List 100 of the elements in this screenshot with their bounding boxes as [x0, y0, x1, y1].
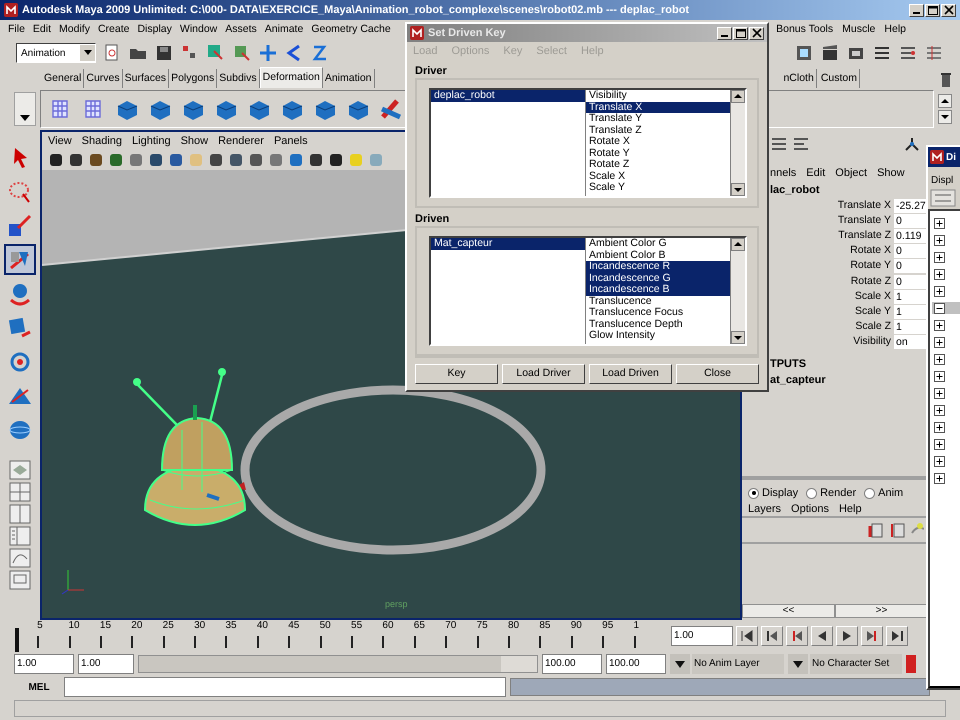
- camera-icon[interactable]: [48, 152, 64, 168]
- render-view-icon[interactable]: [794, 43, 814, 63]
- expand-icon[interactable]: [934, 456, 945, 466]
- bookmark-icon[interactable]: [88, 152, 104, 168]
- channel-list-icon[interactable]: [770, 135, 788, 153]
- sculpt-deformer-icon[interactable]: [379, 97, 403, 121]
- menu-item[interactable]: Geometry Cache: [311, 22, 391, 38]
- maximize-button[interactable]: [925, 4, 940, 16]
- smooth-shade-icon[interactable]: [268, 152, 284, 168]
- isolate-icon[interactable]: [228, 152, 244, 168]
- channel-value-field[interactable]: 1: [894, 290, 928, 304]
- menu-set-dropdown[interactable]: Animation: [16, 43, 96, 63]
- select-component-icon[interactable]: [232, 43, 252, 63]
- channel-value-field[interactable]: 1: [894, 320, 928, 334]
- hypergraph-layout-icon[interactable]: [9, 570, 31, 590]
- channel-value-field[interactable]: 0: [894, 259, 928, 274]
- camera-icon[interactable]: [68, 152, 84, 168]
- menu-item[interactable]: Edit: [32, 22, 52, 38]
- outliner-tools-icon[interactable]: [930, 189, 956, 207]
- single-pane-layout-icon[interactable]: [9, 460, 31, 480]
- menu-item[interactable]: Object: [835, 164, 868, 182]
- list-item[interactable]: Translate Y: [586, 113, 730, 124]
- menu-item[interactable]: Muscle: [842, 22, 876, 38]
- expand-icon[interactable]: [934, 234, 945, 246]
- film-gate-icon[interactable]: [148, 152, 164, 168]
- four-pane-layout-icon[interactable]: [9, 482, 31, 502]
- expand-icon[interactable]: [934, 472, 945, 484]
- skip-to-end-button[interactable]: [886, 626, 908, 646]
- panel-menu-item[interactable]: View: [48, 132, 72, 150]
- step-forward-key-button[interactable]: [861, 626, 883, 646]
- close-button[interactable]: [941, 4, 956, 16]
- shelf-tab[interactable]: nCloth: [781, 69, 817, 88]
- channel-value-field[interactable]: 0: [894, 214, 928, 228]
- xray-icon[interactable]: [248, 152, 264, 168]
- start-time-field[interactable]: 1.00: [14, 654, 74, 674]
- list-item[interactable]: Translucence Depth: [586, 318, 730, 330]
- step-back-button[interactable]: [786, 626, 808, 646]
- menu-item[interactable]: Layers: [748, 500, 782, 518]
- menu-item[interactable]: Edit: [806, 164, 826, 182]
- scroll-up-icon[interactable]: [938, 94, 952, 108]
- new-selected-layer-icon[interactable]: [888, 521, 906, 539]
- menu-item[interactable]: Display: [137, 22, 172, 38]
- scrollbar[interactable]: [731, 238, 745, 344]
- grid-icon[interactable]: [128, 152, 144, 168]
- shelf-tab[interactable]: Animation: [322, 69, 375, 88]
- menu-item[interactable]: Animate: [264, 22, 304, 38]
- menu-item[interactable]: nnels: [770, 164, 796, 182]
- menu-item[interactable]: File: [8, 22, 25, 38]
- expand-icon[interactable]: [934, 252, 945, 262]
- menu-item[interactable]: Options: [791, 500, 829, 518]
- list-item[interactable]: Glow Intensity: [586, 330, 730, 342]
- textured-icon[interactable]: [328, 152, 344, 168]
- shelf-tab[interactable]: Curves: [84, 69, 123, 88]
- move-tool-button[interactable]: [4, 244, 36, 275]
- play-backwards-button[interactable]: [811, 626, 833, 646]
- menu-item[interactable]: Help: [884, 22, 906, 38]
- list-item[interactable]: Mat_capteur: [431, 238, 585, 250]
- expand-icon[interactable]: [934, 336, 945, 348]
- maximize-button[interactable]: [733, 26, 748, 40]
- image-plane-icon[interactable]: [108, 152, 124, 168]
- scroll-down-icon[interactable]: [731, 331, 745, 344]
- list-item[interactable]: Rotate Z: [586, 159, 730, 170]
- playback-start-field[interactable]: 1.00: [78, 654, 134, 674]
- save-icon[interactable]: [154, 43, 174, 63]
- expand-icon[interactable]: [934, 438, 945, 450]
- channel-value-field[interactable]: on: [894, 335, 928, 350]
- panel-menu-item[interactable]: Lighting: [132, 132, 171, 150]
- end-time-field[interactable]: 100.00: [606, 654, 666, 674]
- expand-icon[interactable]: [934, 286, 945, 296]
- wireframe-icon[interactable]: [208, 152, 224, 168]
- scrollbar[interactable]: [731, 90, 745, 196]
- list-item[interactable]: Translucence: [586, 296, 730, 307]
- channel-value-field[interactable]: 0: [894, 244, 928, 258]
- list-item[interactable]: Rotate X: [586, 136, 730, 148]
- list-item[interactable]: Translucence Focus: [586, 307, 730, 318]
- current-frame-field[interactable]: 1.00: [671, 626, 733, 646]
- list-item[interactable]: Visibility: [586, 90, 730, 102]
- menu-item[interactable]: Create: [98, 22, 130, 38]
- shelf-tab[interactable]: Surfaces: [122, 69, 170, 88]
- dialog-button[interactable]: Load Driver: [502, 364, 585, 384]
- outliner-layout-icon[interactable]: [9, 526, 31, 546]
- snap-grid-icon[interactable]: [258, 43, 278, 63]
- expand-icon[interactable]: [934, 320, 945, 330]
- scroll-up-icon[interactable]: [731, 238, 745, 251]
- shelf-tab[interactable]: Polygons: [169, 69, 218, 88]
- list-item[interactable]: Translate X: [586, 102, 730, 113]
- graph-layout-icon[interactable]: [9, 548, 31, 568]
- bounding-box-icon[interactable]: [308, 152, 324, 168]
- panel-menu-item[interactable]: Renderer: [218, 132, 264, 150]
- shelf-tab[interactable]: Subdivs: [217, 69, 260, 88]
- panel-menu-item[interactable]: Shading: [82, 132, 122, 150]
- expand-icon[interactable]: [934, 370, 945, 382]
- shelf-tab[interactable]: General: [42, 69, 84, 88]
- expand-icon[interactable]: [934, 354, 945, 364]
- list-item[interactable]: Rotate Y: [586, 148, 730, 159]
- two-pane-layout-icon[interactable]: [9, 504, 31, 524]
- menu-item[interactable]: Show: [877, 164, 905, 182]
- expand-icon[interactable]: [934, 218, 945, 228]
- step-back-key-button[interactable]: [761, 626, 783, 646]
- expand-icon[interactable]: [934, 404, 945, 416]
